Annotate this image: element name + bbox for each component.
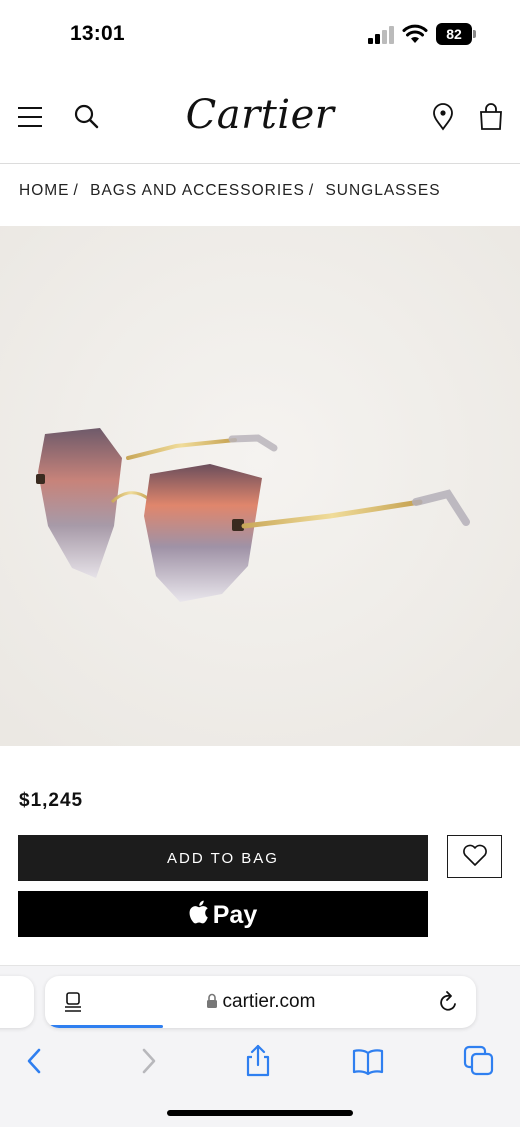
breadcrumb-sunglasses[interactable]: SUNGLASSES [325,182,440,199]
product-price: $1,245 [19,790,84,811]
wishlist-button[interactable] [447,835,502,878]
status-bar: 13:01 82 [0,0,520,70]
apple-pay-label: Pay [212,900,258,929]
breadcrumb-bags-and-accessories[interactable]: BAGS AND ACCESSORIES [90,182,305,199]
breadcrumb-separator: / [73,182,79,199]
site-header: Cartier [0,84,520,164]
url-text: cartier.com [222,991,316,1012]
cellular-signal-icon [368,26,394,44]
previous-tab-card[interactable] [0,976,34,1028]
shopping-bag-icon[interactable] [476,102,506,132]
address-bar[interactable]: cartier.com [45,976,476,1028]
add-to-bag-button[interactable]: ADD TO BAG [18,835,428,881]
apple-logo-icon [189,900,208,923]
bookmarks-icon[interactable] [351,1044,385,1078]
apple-pay-button[interactable]: Pay [18,891,428,937]
forward-icon[interactable] [131,1044,165,1078]
lock-icon [206,993,217,1008]
battery-cap [473,30,476,38]
battery-level: 82 [436,23,472,45]
page-load-progress [47,1025,164,1028]
browser-toolbar: cartier.com [0,965,520,1127]
home-indicator[interactable] [167,1110,353,1116]
breadcrumb: HOME / BAGS AND ACCESSORIES / SUNGLASSES [19,182,441,200]
url-display: cartier.com [45,991,476,1013]
tabs-icon[interactable] [462,1044,496,1078]
breadcrumb-separator: / [308,182,315,199]
location-pin-icon[interactable] [428,102,458,132]
share-icon[interactable] [241,1044,275,1078]
product-image[interactable] [0,226,520,746]
battery-icon: 82 [436,23,476,45]
back-icon[interactable] [18,1044,52,1078]
reload-icon[interactable] [438,990,460,1014]
heart-icon [462,844,487,866]
breadcrumb-home[interactable]: HOME [19,182,70,199]
sunglasses-image [0,226,520,746]
wifi-icon [402,24,428,43]
status-time: 13:01 [70,22,125,45]
